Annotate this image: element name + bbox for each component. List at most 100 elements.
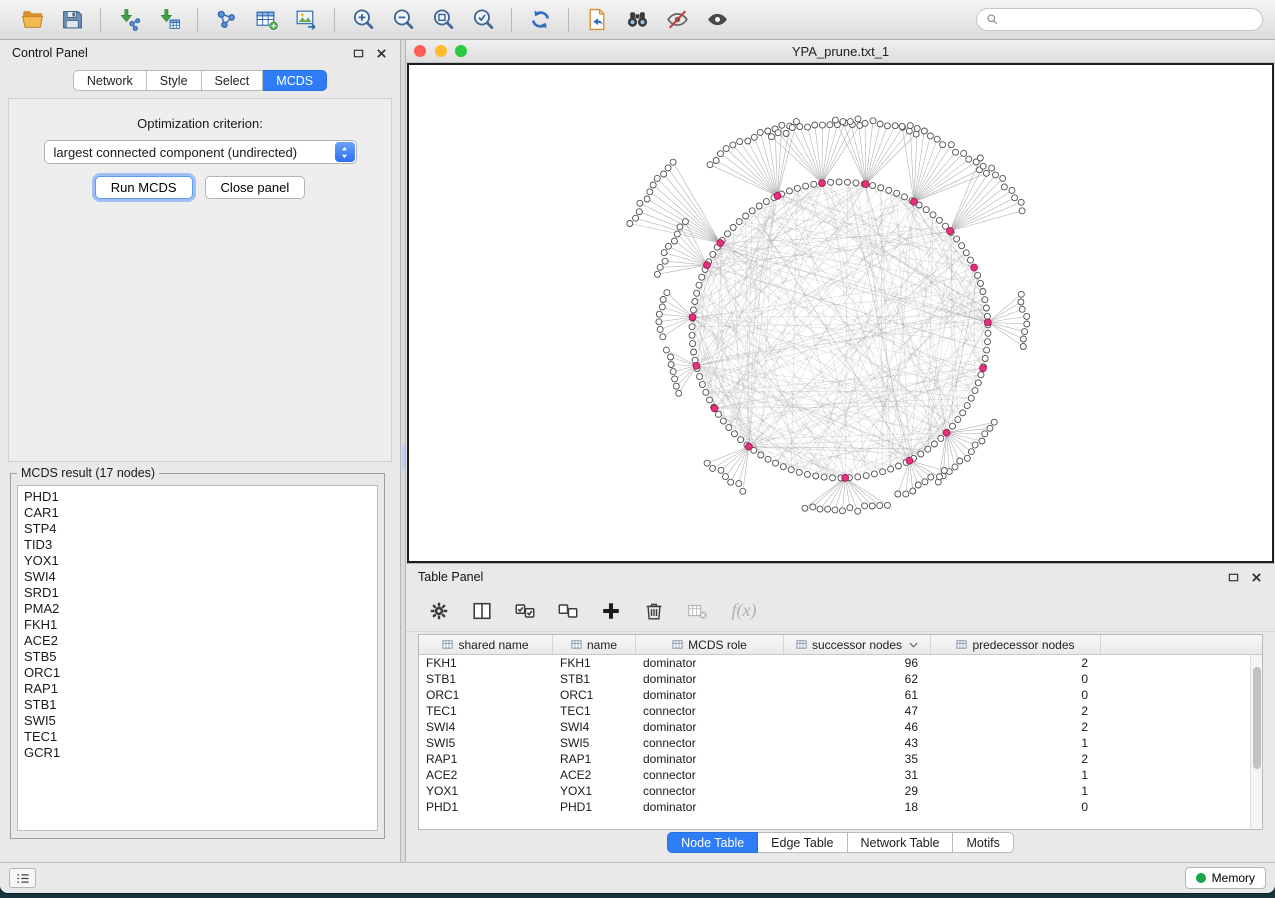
table-row[interactable]: ORC1ORC1dominator610 [419, 687, 1262, 703]
tab-node-table[interactable]: Node Table [667, 832, 758, 853]
settings-button[interactable] [426, 598, 452, 624]
clone-network-button[interactable] [206, 4, 246, 36]
mcds-result-item[interactable]: YOX1 [24, 553, 371, 569]
criterion-dropdown[interactable]: largest connected component (undirected) [44, 140, 357, 164]
table-bottom-tabs: Node TableEdge TableNetwork TableMotifs [406, 832, 1275, 853]
window-zoom-button[interactable] [455, 45, 467, 57]
close-panel-icon[interactable] [374, 46, 388, 60]
mcds-result-item[interactable]: ORC1 [24, 665, 371, 681]
mcds-result-item[interactable]: CAR1 [24, 505, 371, 521]
table-row[interactable]: YOX1YOX1connector291 [419, 783, 1262, 799]
column-header-successor-nodes[interactable]: successor nodes [784, 635, 931, 654]
zoom-selected-button[interactable] [463, 4, 503, 36]
cell: 2 [931, 720, 1101, 734]
mcds-result-item[interactable]: FKH1 [24, 617, 371, 633]
zoom-fit-button[interactable] [423, 4, 463, 36]
apply-layout-button[interactable] [520, 4, 560, 36]
deselect-all-button[interactable] [555, 598, 581, 624]
mcds-result-item[interactable]: PHD1 [24, 489, 371, 505]
mcds-result-item[interactable]: STP4 [24, 521, 371, 537]
find-button[interactable] [617, 4, 657, 36]
search-box[interactable] [976, 8, 1263, 31]
close-panel-button[interactable]: Close panel [205, 176, 306, 199]
mcds-result-item[interactable]: STB5 [24, 649, 371, 665]
delete-row-button[interactable] [641, 598, 667, 624]
tab-edge-table[interactable]: Edge Table [758, 832, 847, 853]
zoom-out-button[interactable] [383, 4, 423, 36]
cell: 61 [784, 688, 931, 702]
details-off-icon [665, 7, 690, 32]
window-close-button[interactable] [414, 45, 426, 57]
export-network-button[interactable] [577, 4, 617, 36]
details-off-button[interactable] [657, 4, 697, 36]
app-window: Control Panel NetworkStyleSelectMCDS Opt… [0, 0, 1275, 893]
tab-mcds[interactable]: MCDS [263, 70, 327, 91]
table-scrollbar[interactable] [1250, 655, 1262, 829]
cell: 2 [931, 752, 1101, 766]
zoom-in-button[interactable] [343, 4, 383, 36]
table-row[interactable]: SWI5SWI5connector431 [419, 735, 1262, 751]
cell: 1 [931, 784, 1101, 798]
table-row[interactable]: PHD1PHD1dominator180 [419, 799, 1262, 815]
columns-button[interactable] [469, 598, 495, 624]
run-mcds-button[interactable]: Run MCDS [95, 176, 193, 199]
mcds-result-item[interactable]: TEC1 [24, 729, 371, 745]
import-network-button[interactable] [109, 4, 149, 36]
tab-select[interactable]: Select [202, 70, 264, 91]
cell: 1 [931, 736, 1101, 750]
open-button[interactable] [12, 4, 52, 36]
table-row[interactable]: RAP1RAP1dominator352 [419, 751, 1262, 767]
mcds-result-item[interactable]: SRD1 [24, 585, 371, 601]
float-panel-icon[interactable] [351, 46, 365, 60]
table-panel-header: Table Panel [406, 564, 1275, 590]
save-button[interactable] [52, 4, 92, 36]
table-row[interactable]: STB1STB1dominator620 [419, 671, 1262, 687]
memory-button[interactable]: Memory [1185, 867, 1266, 889]
task-history-button[interactable] [9, 868, 36, 888]
function-button[interactable]: f(x) [727, 598, 761, 624]
window-minimize-button[interactable] [435, 45, 447, 57]
column-header-shared-name[interactable]: shared name [419, 635, 553, 654]
mcds-result-item[interactable]: ACE2 [24, 633, 371, 649]
table-row[interactable]: FKH1FKH1dominator962 [419, 655, 1262, 671]
column-header-MCDS-role[interactable]: MCDS role [636, 635, 784, 654]
table-body: FKH1FKH1dominator962STB1STB1dominator620… [419, 655, 1262, 815]
tab-network-table[interactable]: Network Table [848, 832, 954, 853]
cell: PHD1 [553, 800, 636, 814]
mcds-result-item[interactable]: SWI4 [24, 569, 371, 585]
mcds-result-item[interactable]: TID3 [24, 537, 371, 553]
close-table-panel-icon[interactable] [1249, 570, 1263, 584]
table-row[interactable]: ACE2ACE2connector311 [419, 767, 1262, 783]
column-header-name[interactable]: name [553, 635, 636, 654]
select-all-button[interactable] [512, 598, 538, 624]
main-toolbar-buttons [12, 4, 737, 36]
import-table-button[interactable] [149, 4, 189, 36]
cell: 2 [931, 656, 1101, 670]
mcds-result-item[interactable]: STB1 [24, 697, 371, 713]
table-row[interactable]: TEC1TEC1connector472 [419, 703, 1262, 719]
mcds-result-list[interactable]: PHD1CAR1STP4TID3YOX1SWI4SRD1PMA2FKH1ACE2… [17, 485, 378, 831]
network-canvas[interactable] [409, 65, 1272, 561]
delete-column-button[interactable] [684, 598, 710, 624]
mcds-result-item[interactable]: GCR1 [24, 745, 371, 761]
search-input[interactable] [1004, 13, 1253, 27]
table-row[interactable]: SWI4SWI4dominator462 [419, 719, 1262, 735]
details-on-icon [705, 7, 730, 32]
add-row-button[interactable] [598, 598, 624, 624]
tab-style[interactable]: Style [147, 70, 202, 91]
tab-motifs[interactable]: Motifs [953, 832, 1013, 853]
cell: ACE2 [419, 768, 553, 782]
export-image-button[interactable] [286, 4, 326, 36]
table-scrollbar-thumb[interactable] [1253, 667, 1261, 769]
mcds-result-item[interactable]: RAP1 [24, 681, 371, 697]
cell: FKH1 [553, 656, 636, 670]
mcds-result-item[interactable]: SWI5 [24, 713, 371, 729]
cell: PHD1 [419, 800, 553, 814]
mcds-result-item[interactable]: PMA2 [24, 601, 371, 617]
divider-grip[interactable] [402, 445, 405, 471]
column-header-predecessor-nodes[interactable]: predecessor nodes [931, 635, 1101, 654]
details-on-button[interactable] [697, 4, 737, 36]
new-table-button[interactable] [246, 4, 286, 36]
tab-network[interactable]: Network [73, 70, 147, 91]
float-table-panel-icon[interactable] [1226, 570, 1240, 584]
